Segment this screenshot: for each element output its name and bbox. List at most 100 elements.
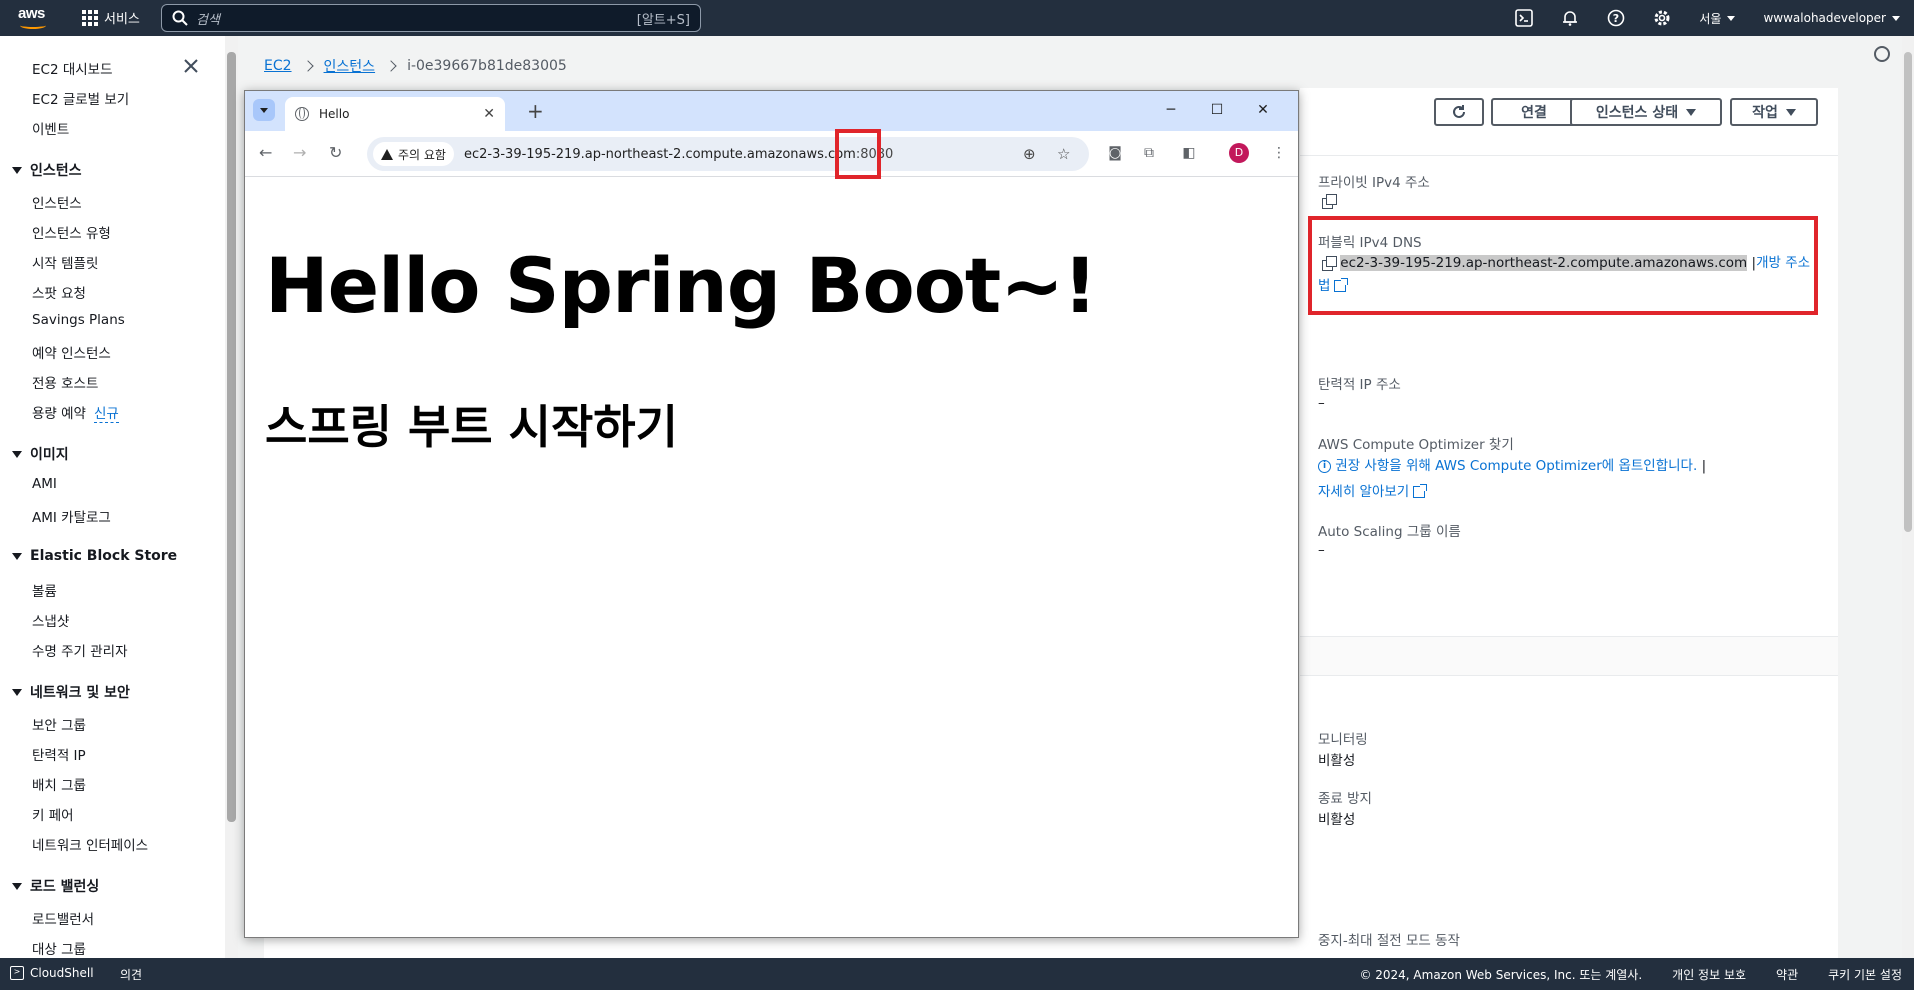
sidebar-section-title: 로드 밸런싱: [30, 879, 100, 895]
sidebar-item-capacity-reservations[interactable]: 용량 예약 신규: [32, 402, 119, 423]
sidebar-item-reserved-instances[interactable]: 예약 인스턴스: [32, 342, 111, 362]
notifications-bell-icon[interactable]: [1559, 0, 1581, 36]
tab-search-button[interactable]: [253, 99, 275, 121]
private-ipv4-copy[interactable]: [1322, 193, 1337, 209]
account-menu[interactable]: wwwalohadeveloper: [1763, 11, 1900, 25]
sidebar-item-volumes[interactable]: 볼륨: [32, 580, 57, 600]
sidebar-section-images[interactable]: 이미지: [12, 444, 69, 464]
actions-button[interactable]: 작업: [1730, 98, 1818, 126]
instance-state-button[interactable]: 인스턴스 상태: [1570, 98, 1722, 126]
security-chip-label: 주의 요함: [398, 147, 446, 162]
sidebar-section-title: Elastic Block Store: [30, 548, 178, 564]
sidebar-item-launch-templates[interactable]: 시작 템플릿: [32, 252, 98, 272]
sidebar-item-lifecycle-manager[interactable]: 수명 주기 관리자: [32, 640, 128, 660]
sidebar-item-instances[interactable]: 인스턴스: [32, 192, 82, 212]
sidebar-item-ami[interactable]: AMI: [32, 476, 57, 492]
address-bar[interactable]: 주의 요함 ec2-3-39-195-219.ap-northeast-2.co…: [367, 137, 1089, 171]
chevron-down-icon: [260, 107, 268, 113]
sidebar-item-key-pairs[interactable]: 키 페어: [32, 804, 74, 824]
page-scrollbar-thumb[interactable]: [1904, 52, 1912, 532]
page-heading: Hello Spring Boot~!: [265, 241, 1098, 330]
close-window-icon[interactable]: ✕: [1251, 99, 1275, 121]
help-icon[interactable]: ?: [1605, 0, 1627, 36]
sidebar-item-elastic-ip[interactable]: 탄력적 IP: [32, 744, 86, 764]
breadcrumb-ec2-link[interactable]: EC2: [264, 58, 292, 74]
section-separator: [1300, 636, 1838, 676]
copy-icon: [1322, 194, 1337, 209]
sidebar-item-events[interactable]: 이벤트: [32, 118, 69, 138]
page-settings-icon[interactable]: [1874, 46, 1890, 62]
new-tab-button[interactable]: +: [527, 99, 544, 123]
sidebar-section-title: 네트워크 및 보안: [30, 685, 130, 701]
optimizer-optin[interactable]: i 권장 사항을 위해 AWS Compute Optimizer에 옵트인합니…: [1318, 454, 1706, 474]
sidebar-item-target-groups[interactable]: 대상 그룹: [32, 938, 86, 958]
page-subheading: 스프링 부트 시작하기: [265, 400, 678, 454]
feedback-link[interactable]: 의견: [120, 966, 142, 983]
sidebar-section-load-balancing[interactable]: 로드 밸런싱: [12, 876, 99, 896]
browser-window: Hello ✕ + ─ ☐ ✕ ← → ↻ 주의 요함 ec2-3-39-195…: [244, 90, 1299, 938]
profile-avatar[interactable]: D: [1229, 143, 1249, 163]
learn-more-link[interactable]: 자세히 알아보기: [1318, 480, 1428, 500]
breadcrumb-instances-link[interactable]: 인스턴스: [324, 56, 376, 76]
global-search-input[interactable]: 검색 [알트+S]: [161, 4, 701, 32]
sidebar-section-network-security[interactable]: 네트워크 및 보안: [12, 682, 130, 702]
more-menu-icon[interactable]: ⋮: [1271, 145, 1287, 161]
sidebar-item-placement-groups[interactable]: 배치 그룹: [32, 774, 86, 794]
sidebar-item-dedicated-hosts[interactable]: 전용 호스트: [32, 372, 98, 392]
sidebar-item-spot-requests[interactable]: 스팟 요청: [32, 282, 86, 302]
region-selector[interactable]: 서울: [1699, 10, 1736, 27]
sidebar-section-title: 인스턴스: [30, 163, 82, 179]
sidebar-item-instance-types[interactable]: 인스턴스 유형: [32, 222, 111, 242]
settings-gear-icon[interactable]: [1651, 0, 1673, 36]
sidebar-item-snapshots[interactable]: 스냅샷: [32, 610, 69, 630]
top-navigation: aws 서비스 검색 [알트+S] ? 서울 wwwalohadeveloper: [0, 0, 1914, 36]
chevron-down-icon: [1727, 15, 1736, 21]
breadcrumb-current: i-0e39667b81de83005: [407, 58, 567, 74]
aws-wordmark: aws: [18, 5, 45, 22]
breadcrumb: EC2 인스턴스 i-0e39667b81de83005: [264, 56, 567, 76]
new-badge: 신규: [93, 406, 119, 423]
info-icon: i: [1318, 459, 1331, 473]
sidebar-scrollbar-thumb[interactable]: [227, 52, 236, 822]
sidebar-section-ebs[interactable]: Elastic Block Store: [12, 548, 177, 564]
browser-tab-hello[interactable]: Hello ✕: [285, 97, 505, 131]
globe-icon: [295, 107, 309, 121]
back-arrow-icon[interactable]: ←: [259, 143, 272, 162]
connect-label: 연결: [1521, 105, 1547, 121]
close-sidebar-icon[interactable]: [183, 58, 199, 74]
sidebar-item-network-interfaces[interactable]: 네트워크 인터페이스: [32, 834, 148, 854]
elastic-ip-label: 탄력적 IP 주소: [1318, 377, 1401, 393]
aws-logo[interactable]: aws: [18, 5, 50, 31]
sidebar-item-savings-plans[interactable]: Savings Plans: [32, 312, 125, 328]
sidebar-section-instances[interactable]: 인스턴스: [12, 160, 82, 180]
camera-icon[interactable]: ◙: [1107, 145, 1123, 161]
cloudshell-icon[interactable]: [1513, 0, 1535, 36]
sidebar-item-security-groups[interactable]: 보안 그룹: [32, 714, 86, 734]
sidebar: EC2 대시보드 EC2 글로벌 보기 이벤트 인스턴스 인스턴스 인스턴스 유…: [0, 36, 225, 958]
cookie-preferences-link[interactable]: 쿠키 기본 설정: [1828, 966, 1902, 983]
minimize-icon[interactable]: ─: [1159, 99, 1183, 121]
services-menu-button[interactable]: 서비스: [82, 8, 140, 27]
cloudshell-button[interactable]: > CloudShell: [10, 966, 94, 980]
optimizer-optin-link: 권장 사항을 위해 AWS Compute Optimizer에 옵트인합니다.: [1335, 458, 1698, 474]
maximize-icon[interactable]: ☐: [1205, 99, 1229, 121]
account-name: wwwalohadeveloper: [1763, 11, 1886, 25]
sidebar-item-label: 용량 예약: [32, 406, 86, 422]
bookmark-star-icon[interactable]: ☆: [1057, 145, 1070, 163]
search-placeholder: 검색: [196, 12, 220, 28]
sidebar-item-ec2-global-view[interactable]: EC2 글로벌 보기: [32, 88, 129, 108]
close-tab-icon[interactable]: ✕: [483, 106, 495, 122]
refresh-button[interactable]: [1434, 98, 1484, 126]
extensions-puzzle-icon[interactable]: ⧉: [1141, 145, 1157, 161]
sidebar-item-load-balancers[interactable]: 로드밸런서: [32, 908, 94, 928]
side-panel-icon[interactable]: ◧: [1181, 145, 1197, 161]
connect-button[interactable]: 연결: [1491, 98, 1577, 126]
terms-link[interactable]: 약관: [1776, 966, 1798, 983]
forward-arrow-icon[interactable]: →: [293, 143, 306, 162]
zoom-icon[interactable]: ⊕: [1023, 145, 1036, 163]
sidebar-item-ami-catalog[interactable]: AMI 카탈로그: [32, 506, 111, 526]
site-security-chip[interactable]: 주의 요함: [373, 142, 454, 166]
sidebar-item-ec2-dashboard[interactable]: EC2 대시보드: [32, 58, 113, 78]
reload-icon[interactable]: ↻: [329, 143, 342, 162]
privacy-link[interactable]: 개인 정보 보호: [1672, 966, 1746, 983]
